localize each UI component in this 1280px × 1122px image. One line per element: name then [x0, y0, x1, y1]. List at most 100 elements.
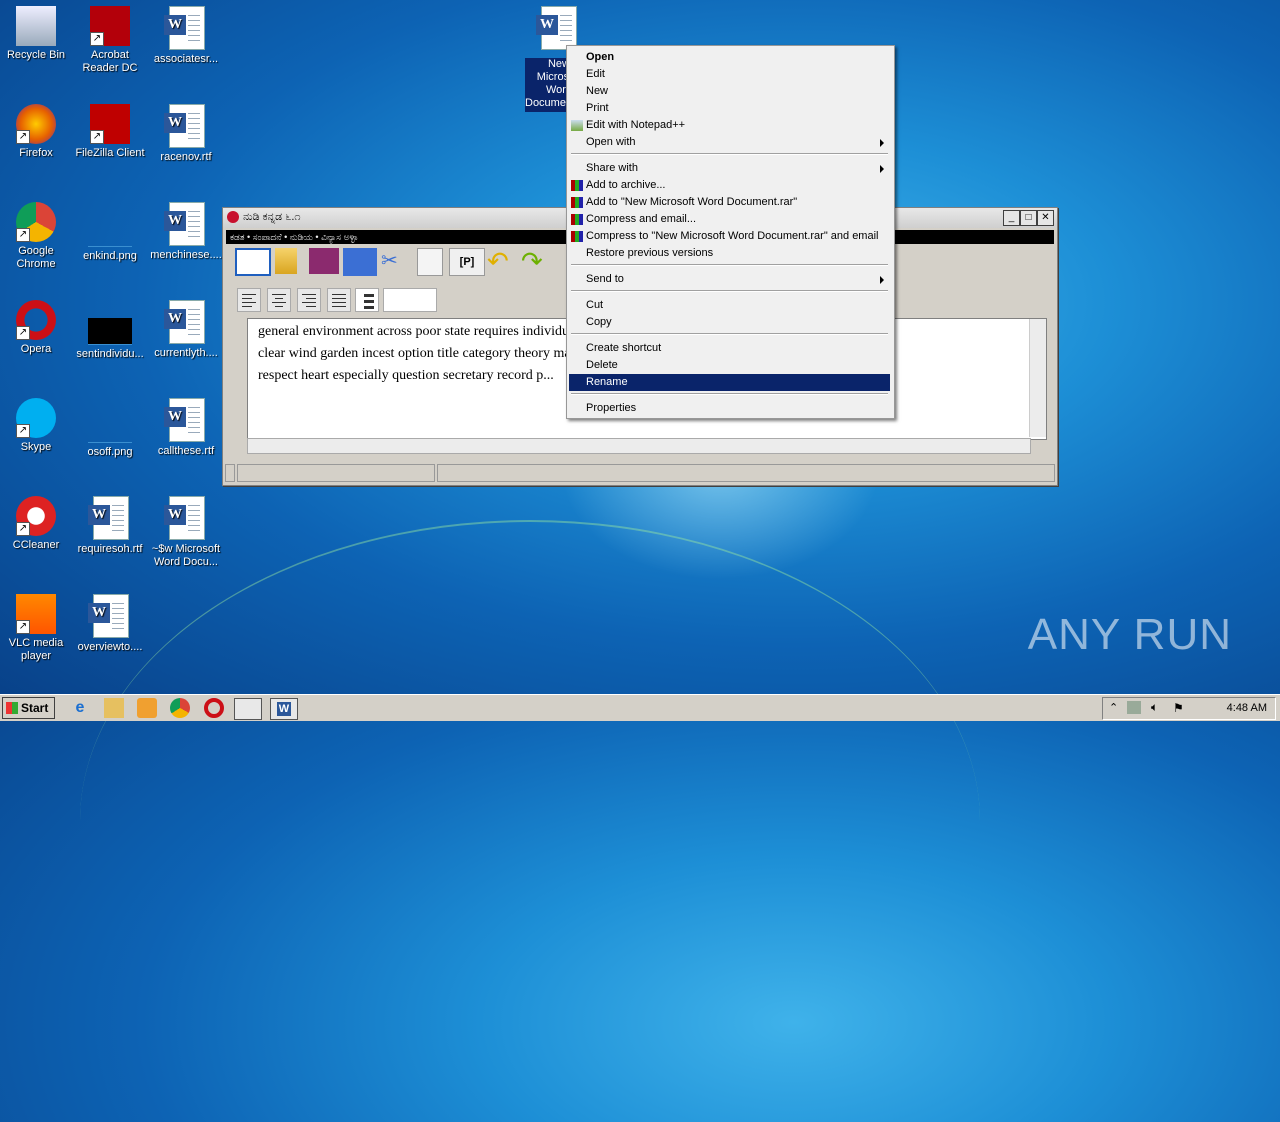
network-icon[interactable] [1127, 701, 1141, 714]
menu-item-print[interactable]: Print [569, 100, 890, 117]
menu-item-properties[interactable]: Properties [569, 400, 890, 417]
desktop-icon[interactable]: W ~$w Microsoft Word Docu... [148, 496, 224, 569]
windows-logo-icon [6, 702, 18, 714]
desktop-icon-label: requiresoh.rtf [77, 543, 143, 555]
desktop-icon[interactable]: enkind.png [72, 202, 148, 263]
menu-separator [571, 264, 888, 266]
tray-expand-icon[interactable]: ⌃ [1109, 701, 1118, 714]
minimize-button[interactable]: _ [1003, 210, 1020, 226]
desktop-icon[interactable]: Wcurrentlyth.... [148, 300, 224, 360]
vertical-scrollbar[interactable] [1029, 319, 1046, 437]
start-button[interactable]: Start [2, 697, 55, 719]
menu-item-label: Compress to "New Microsoft Word Document… [586, 230, 879, 242]
desktop-icon[interactable]: Recycle Bin [0, 6, 74, 62]
desktop-icon[interactable]: Wassociatesr... [148, 6, 224, 66]
nudi-icon[interactable] [234, 698, 262, 720]
menu-item-open-with[interactable]: Open with [569, 134, 890, 151]
menu-item-add-to-archive[interactable]: Add to archive... [569, 177, 890, 194]
chrome-icon[interactable] [170, 698, 190, 718]
desktop-icon[interactable]: ↗ Acrobat Reader DC [72, 6, 148, 75]
menu-item-create-shortcut[interactable]: Create shortcut [569, 340, 890, 357]
desktop-icon-label: Acrobat Reader DC [82, 49, 138, 74]
desktop-icon[interactable]: ↗ Skype [0, 398, 74, 454]
menu-item-label: Edit with Notepad++ [586, 119, 686, 131]
copy-icon[interactable] [417, 248, 443, 276]
maximize-button[interactable]: □ [1020, 210, 1037, 226]
menu-item-share-with[interactable]: Share with [569, 160, 890, 177]
align-center-icon[interactable] [267, 288, 291, 312]
filezilla-icon: ↗ [90, 104, 130, 144]
menu-item-label: Delete [586, 359, 618, 371]
opera-icon: ↗ [16, 300, 56, 340]
undo-icon[interactable]: ↶ [487, 248, 517, 274]
menu-item-open[interactable]: Open [569, 49, 890, 66]
menu-item-label: Send to [586, 273, 624, 285]
menu-item-edit[interactable]: Edit [569, 66, 890, 83]
context-menu: Open Edit New Print Edit with Notepad++ Open … [566, 45, 895, 419]
word-icon[interactable]: W [270, 698, 298, 720]
ccleaner-icon: ↗ [16, 496, 56, 536]
horizontal-scrollbar[interactable] [247, 438, 1031, 454]
desktop-icon[interactable]: ↗ Firefox [0, 104, 74, 160]
media-player-icon[interactable] [137, 698, 157, 718]
new-file-icon[interactable] [235, 248, 271, 276]
menu-item-label: Open [586, 51, 615, 63]
word-doc-icon: W [164, 300, 208, 344]
image-icon [88, 220, 132, 247]
desktop-icon[interactable]: Wmenchinese.... [148, 202, 224, 262]
desktop-icon[interactable]: sentindividu... [72, 300, 148, 361]
submenu-arrow-icon [880, 276, 884, 284]
menu-item-label: Add to "New Microsoft Word Document.rar" [586, 196, 798, 208]
word-doc-icon: W [88, 594, 132, 638]
menu-item-delete[interactable]: Delete [569, 357, 890, 374]
desktop-icon[interactable]: ↗ FileZilla Client [72, 104, 148, 160]
menu-item-new[interactable]: New [569, 83, 890, 100]
desktop-icon[interactable]: Woverviewto.... [72, 594, 148, 654]
desktop-icon[interactable]: ↗ CCleaner [0, 496, 74, 552]
word-doc-icon: W [164, 6, 208, 50]
menu-item-restore-previous-versions[interactable]: Restore previous versions [569, 245, 890, 262]
save-icon[interactable] [309, 248, 339, 274]
close-button[interactable]: ✕ [1037, 210, 1054, 226]
numbered-list-icon[interactable] [355, 288, 379, 312]
desktop-icon[interactable]: Wracenov.rtf [148, 104, 224, 164]
cut-icon[interactable]: ✂ [381, 248, 407, 274]
menu-item-cut[interactable]: Cut [569, 297, 890, 314]
desktop-icon-label: currentlyth.... [154, 347, 218, 359]
opera-icon[interactable] [204, 698, 224, 718]
desktop-icon[interactable]: ↗ VLC media player [0, 594, 74, 663]
desktop-icon[interactable]: osoff.png [72, 398, 148, 459]
align-left-icon[interactable] [237, 288, 261, 312]
explorer-icon[interactable] [104, 698, 124, 718]
volume-icon[interactable]: 🔈︎ [1151, 700, 1158, 715]
paste-p-button[interactable]: [P] [449, 248, 485, 276]
menu-item-compress-and-email[interactable]: Compress and email... [569, 211, 890, 228]
ie-icon[interactable]: e [70, 698, 90, 718]
vlc-icon: ↗ [16, 594, 56, 634]
desktop-icon[interactable]: Wcallthese.rtf [148, 398, 224, 458]
desktop-icon[interactable]: Wrequiresoh.rtf [72, 496, 148, 556]
desktop-icon[interactable]: ↗ Google Chrome [0, 202, 74, 271]
action-center-flag-icon[interactable]: ⚑ [1173, 701, 1184, 715]
desktop-icon-label: Recycle Bin [6, 49, 66, 61]
menu-item-add-to-new-microsoft-word-document-rar[interactable]: Add to "New Microsoft Word Document.rar" [569, 194, 890, 211]
open-folder-icon[interactable] [275, 248, 297, 274]
skype-icon: ↗ [16, 398, 56, 438]
justify-icon[interactable] [327, 288, 351, 312]
menu-item-send-to[interactable]: Send to [569, 271, 890, 288]
notepadpp-icon [571, 120, 583, 131]
acrobat-icon: ↗ [90, 6, 130, 46]
menu-item-copy[interactable]: Copy [569, 314, 890, 331]
print-icon[interactable] [343, 248, 377, 276]
redo-icon[interactable]: ↷ [521, 248, 551, 274]
menu-item-edit-with-notepad[interactable]: Edit with Notepad++ [569, 117, 890, 134]
menu-item-compress-to-new-microsoft-word-document-rar-and-email[interactable]: Compress to "New Microsoft Word Document… [569, 228, 890, 245]
word-doc-icon: W [164, 496, 208, 540]
clock[interactable]: 4:48 AM [1227, 702, 1267, 714]
desktop-icon[interactable]: ↗ Opera [0, 300, 74, 356]
align-right-icon[interactable] [297, 288, 321, 312]
desktop-icon-label: callthese.rtf [157, 445, 215, 457]
menu-item-label: Copy [586, 316, 612, 328]
indent-icon[interactable] [383, 288, 437, 312]
menu-item-rename[interactable]: Rename [569, 374, 890, 391]
